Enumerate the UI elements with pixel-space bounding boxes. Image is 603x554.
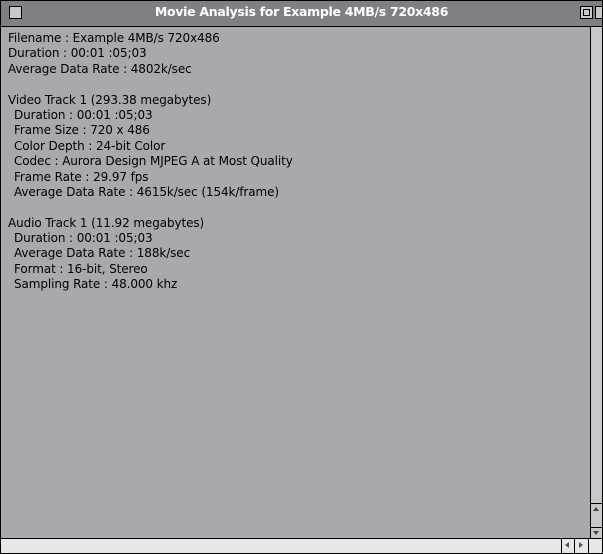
filename-line: Filename : Example 4MB/s 720x486 [8, 31, 220, 45]
movie-analysis-window: Movie Analysis for Example 4MB/s 720x486… [0, 0, 603, 554]
scroll-left-arrow-icon[interactable] [561, 539, 574, 553]
audio-sampling-rate-line: Sampling Rate : 48.000 khz [14, 277, 178, 292]
zoom-box-icon[interactable] [580, 6, 593, 19]
average-data-rate-line: Average Data Rate : 4802k/sec [8, 61, 192, 76]
duration-line: Duration : 00:01 :05;03 [8, 46, 147, 61]
audio-format-line: Format : 16-bit, Stereo [14, 261, 148, 276]
title-bar[interactable]: Movie Analysis for Example 4MB/s 720x486 [1, 1, 602, 27]
grow-box-icon[interactable] [588, 539, 602, 553]
window-title: Movie Analysis for Example 4MB/s 720x486 [154, 4, 449, 19]
collapse-box-icon[interactable] [595, 6, 602, 19]
scroll-up-arrow-icon[interactable] [591, 503, 602, 515]
video-codec-line: Codec : Aurora Design MJPEG A at Most Qu… [14, 154, 293, 169]
video-frame-size-line: Frame Size : 720 x 486 [14, 123, 150, 138]
vertical-scrollbar[interactable] [590, 27, 602, 539]
analysis-content: Filename : Example 4MB/s 720x486 Duratio… [1, 27, 589, 539]
audio-duration-line: Duration : 00:01 :05;03 [14, 231, 153, 246]
audio-track-header: Audio Track 1 (11.92 megabytes) [8, 215, 205, 230]
scroll-right-arrow-icon[interactable] [574, 539, 588, 553]
video-data-rate-line: Average Data Rate : 4615k/sec (154k/fram… [14, 184, 279, 199]
video-duration-line: Duration : 00:01 :05;03 [14, 107, 153, 122]
audio-data-rate-line: Average Data Rate : 188k/sec [14, 246, 191, 261]
video-color-depth-line: Color Depth : 24-bit Color [14, 138, 166, 153]
video-frame-rate-line: Frame Rate : 29.97 fps [14, 169, 149, 184]
video-track-header: Video Track 1 (293.38 megabytes) [8, 92, 212, 107]
horizontal-scrollbar[interactable] [1, 538, 602, 553]
